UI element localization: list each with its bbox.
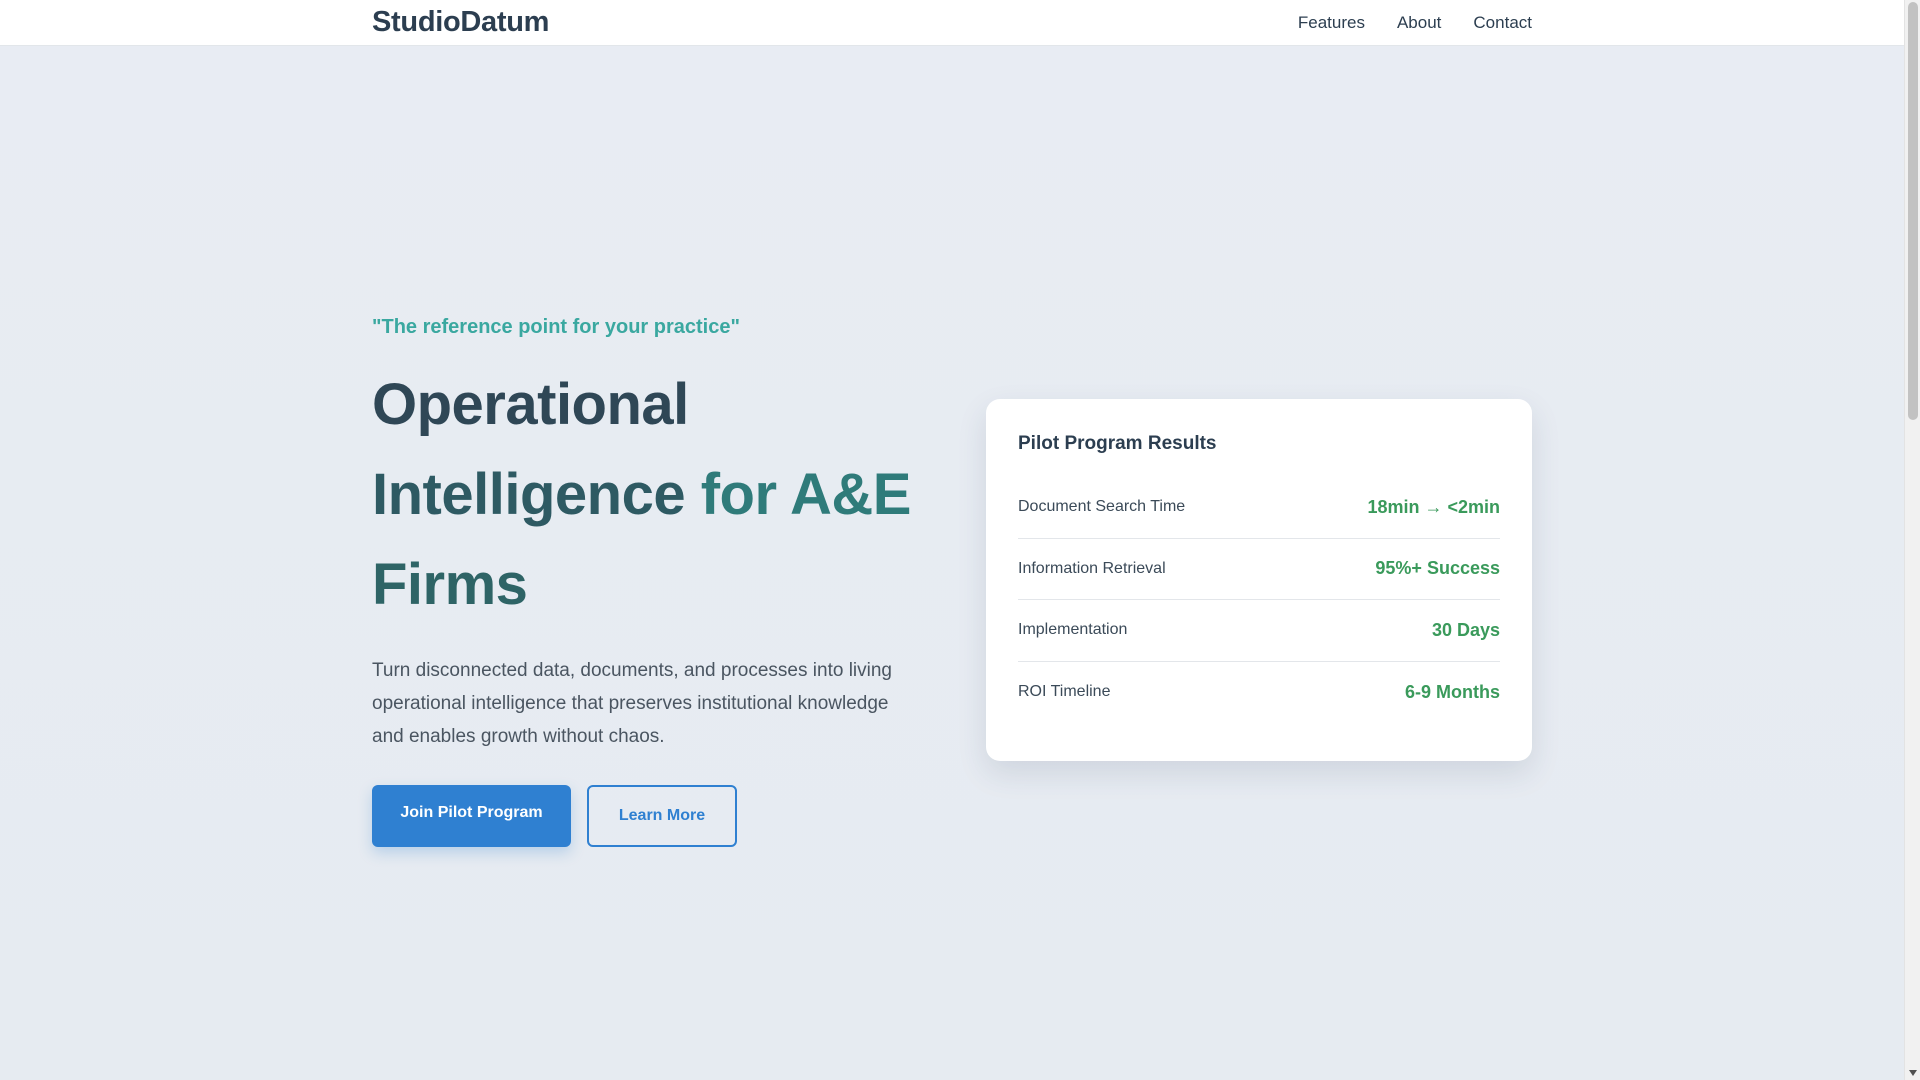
- nav-link-features[interactable]: Features: [1298, 13, 1365, 33]
- main-nav: Features About Contact: [1298, 13, 1532, 33]
- metric-value: 6-9 Months: [1404, 681, 1500, 702]
- metric-label: Implementation: [1018, 621, 1128, 639]
- metric-label: Document Search Time: [1018, 498, 1186, 516]
- vertical-scrollbar[interactable]: [1904, 0, 1920, 1080]
- metric-row: ROI Timeline 6-9 Months: [1018, 662, 1500, 724]
- headline-line-2: Intelligence for A&E: [372, 450, 932, 540]
- nav-link-about[interactable]: About: [1397, 13, 1441, 33]
- metric-value: 30 Days: [1431, 619, 1500, 640]
- metric-label: ROI Timeline: [1018, 683, 1111, 701]
- headline-line-1: Operational: [372, 372, 689, 437]
- scrollbar-thumb[interactable]: [1908, 2, 1918, 420]
- metric-row: Document Search Time 18min → <2min: [1018, 477, 1500, 539]
- card-title: Pilot Program Results: [1018, 433, 1217, 454]
- metric-row: Implementation 30 Days: [1018, 600, 1500, 662]
- metric-row: Information Retrieval 95%+ Success: [1018, 539, 1500, 600]
- metric-value: 18min → <2min: [1367, 496, 1500, 517]
- hero-headline: Operational Intelligence for A&E Firms: [372, 360, 932, 630]
- scroll-down-arrow-icon[interactable]: [1909, 1070, 1917, 1076]
- headline-word-ae: for A&E: [685, 462, 912, 527]
- page-viewport: StudioDatum Features About Contact "The …: [0, 0, 1904, 1080]
- nav-link-contact[interactable]: Contact: [1473, 13, 1532, 33]
- metric-value: 95%+ Success: [1375, 558, 1500, 579]
- top-navbar: StudioDatum Features About Contact: [0, 0, 1904, 46]
- headline-word-intelligence: Intelligence: [372, 462, 686, 527]
- brand-logo[interactable]: StudioDatum: [372, 6, 549, 39]
- metric-label: Information Retrieval: [1018, 559, 1166, 577]
- hero-description: Turn disconnected data, documents, and p…: [372, 660, 892, 747]
- hero-tagline: "The reference point for your practice": [372, 316, 740, 338]
- learn-more-button[interactable]: Learn More: [587, 785, 737, 847]
- headline-line-3: Firms: [372, 552, 528, 617]
- join-pilot-button[interactable]: Join Pilot Program: [372, 785, 571, 847]
- pilot-results-card: Pilot Program Results Document Search Ti…: [986, 399, 1532, 761]
